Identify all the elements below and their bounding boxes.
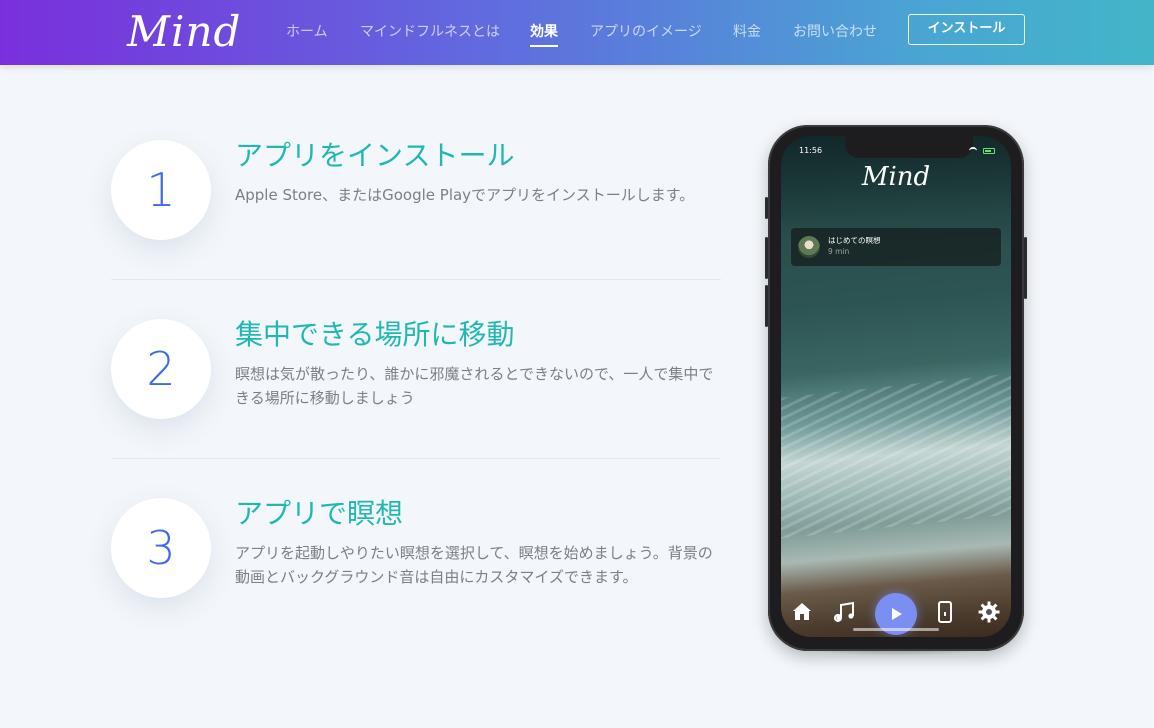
nav-item-contact[interactable]: お問い合わせ <box>793 22 877 42</box>
meditation-duration: 9 min <box>828 247 850 256</box>
app-logo: Mind <box>861 162 931 192</box>
step-description: Apple Store、またはGoogle Playでアプリをインストールします… <box>235 186 695 204</box>
status-time: 11:56 <box>799 146 823 155</box>
nav-item-home[interactable]: ホーム <box>286 22 328 42</box>
music-note-icon[interactable] <box>833 600 857 624</box>
install-button[interactable]: インストール <box>908 14 1025 45</box>
phone-mockup: 11:56 Mind はじめての瞑想 9 min <box>765 125 1027 651</box>
meditation-card[interactable]: はじめての瞑想 9 min <box>791 228 1001 266</box>
app-tabbar <box>781 592 1011 635</box>
home-indicator <box>853 628 939 631</box>
gear-icon[interactable] <box>977 600 1001 624</box>
step-number-badge: 3 <box>111 498 211 598</box>
step-title: アプリで瞑想 <box>235 497 404 530</box>
wifi-icon <box>969 147 977 155</box>
nav-item-pricing[interactable]: 料金 <box>733 22 761 42</box>
step-number-badge: 1 <box>111 140 211 240</box>
phone-side-button <box>765 197 768 219</box>
meditation-title: はじめての瞑想 <box>828 236 881 245</box>
phone-side-button <box>765 237 768 279</box>
battery-icon <box>983 148 995 154</box>
phone-notch <box>845 136 973 158</box>
step-title: 集中できる場所に移動 <box>235 318 515 351</box>
nav-item-effects[interactable]: 効果 <box>530 22 558 47</box>
nav-item-mindfulness[interactable]: マインドフルネスとは <box>360 22 500 42</box>
step-title: アプリをインストール <box>235 139 515 172</box>
phone-screen: 11:56 Mind はじめての瞑想 9 min <box>781 136 1011 637</box>
home-icon[interactable] <box>790 600 814 624</box>
step-description: 瞑想は気が散ったり、誰かに邪魔されるとできないので、一人で集中できる場所に移動し… <box>235 365 714 407</box>
site-logo[interactable]: Mind <box>127 6 241 58</box>
step-3: 3 アプリで瞑想 アプリを起動しやりたい瞑想を選択して、瞑想を始めましょう。背景… <box>111 497 721 638</box>
step-1: 1 アプリをインストール Apple Store、またはGoogle Playで… <box>111 139 721 280</box>
nav-item-app-image[interactable]: アプリのイメージ <box>590 22 702 42</box>
top-navbar: Mind ホーム マインドフルネスとは 効果 アプリのイメージ 料金 お問い合わ… <box>0 0 1154 65</box>
meditation-thumbnail <box>798 236 820 258</box>
step-2: 2 集中できる場所に移動 瞑想は気が散ったり、誰かに邪魔されるとできないので、一… <box>111 318 721 459</box>
phone-icon[interactable] <box>933 600 957 624</box>
step-description: アプリを起動しやりたい瞑想を選択して、瞑想を始めましょう。背景の動画とバックグラ… <box>235 544 713 586</box>
divider <box>111 279 721 280</box>
step-number-badge: 2 <box>111 319 211 419</box>
phone-side-button <box>765 285 768 327</box>
phone-side-button <box>1024 237 1027 299</box>
divider <box>111 458 721 459</box>
